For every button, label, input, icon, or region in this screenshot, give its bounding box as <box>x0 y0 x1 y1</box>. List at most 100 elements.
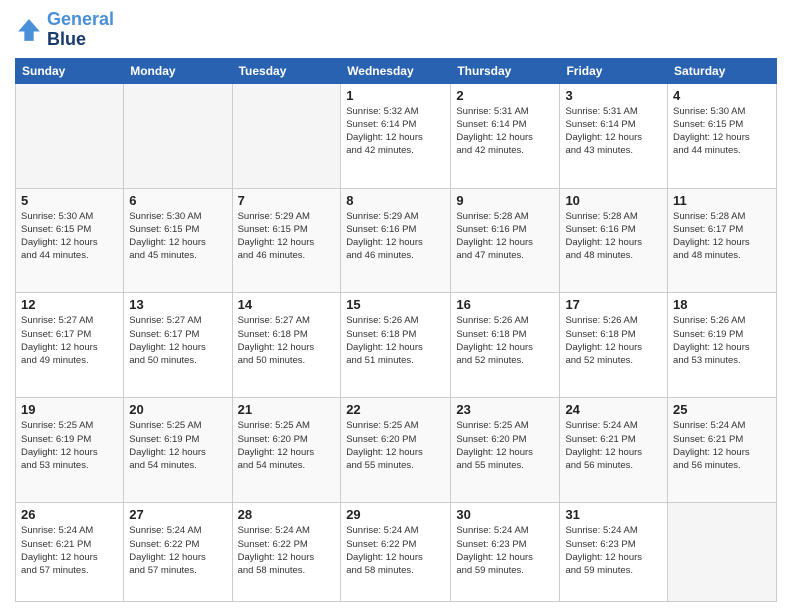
day-number: 4 <box>673 88 771 103</box>
day-info: Sunrise: 5:28 AM Sunset: 6:17 PM Dayligh… <box>673 210 771 263</box>
calendar-cell: 12Sunrise: 5:27 AM Sunset: 6:17 PM Dayli… <box>16 293 124 398</box>
day-info: Sunrise: 5:28 AM Sunset: 6:16 PM Dayligh… <box>565 210 662 263</box>
day-info: Sunrise: 5:29 AM Sunset: 6:15 PM Dayligh… <box>238 210 336 263</box>
calendar-cell: 16Sunrise: 5:26 AM Sunset: 6:18 PM Dayli… <box>451 293 560 398</box>
day-info: Sunrise: 5:24 AM Sunset: 6:21 PM Dayligh… <box>673 419 771 472</box>
calendar-cell: 27 Sunrise: 5:24 AM Sunset: 6:22 PM Dayli… <box>124 503 232 602</box>
calendar-cell: 3 Sunrise: 5:31 AM Sunset: 6:14 PM Daylig… <box>560 83 668 188</box>
calendar-cell <box>124 83 232 188</box>
day-number: 13 <box>129 297 226 312</box>
day-number: 18 <box>673 297 771 312</box>
calendar-cell <box>16 83 124 188</box>
day-info: Sunrise: 5:24 AM Sunset: 6:23 PM Dayligh… <box>456 524 554 577</box>
day-number: 20 <box>129 402 226 417</box>
calendar-cell <box>668 503 777 602</box>
calendar-weekday-wednesday: Wednesday <box>341 58 451 83</box>
calendar-weekday-monday: Monday <box>124 58 232 83</box>
day-info: Sunrise: 5:25 AM Sunset: 6:20 PM Dayligh… <box>346 419 445 472</box>
day-info: Sunrise: 5:25 AM Sunset: 6:20 PM Dayligh… <box>456 419 554 472</box>
day-info: Sunrise: 5:28 AM Sunset: 6:16 PM Dayligh… <box>456 210 554 263</box>
logo-icon <box>15 16 43 44</box>
calendar-cell: 31 Sunrise: 5:24 AM Sunset: 6:23 PM Dayli… <box>560 503 668 602</box>
day-number: 3 <box>565 88 662 103</box>
day-info: Sunrise: 5:27 AM Sunset: 6:18 PM Dayligh… <box>238 314 336 367</box>
calendar-cell: 28 Sunrise: 5:24 AM Sunset: 6:22 PM Dayli… <box>232 503 341 602</box>
calendar-cell: 21 Sunrise: 5:25 AM Sunset: 6:20 PM Dayli… <box>232 398 341 503</box>
day-info: Sunrise: 5:24 AM Sunset: 6:22 PM Dayligh… <box>238 524 336 577</box>
day-info: Sunrise: 5:24 AM Sunset: 6:21 PM Dayligh… <box>565 419 662 472</box>
day-number: 17 <box>565 297 662 312</box>
day-info: Sunrise: 5:31 AM Sunset: 6:14 PM Dayligh… <box>456 105 554 158</box>
day-info: Sunrise: 5:30 AM Sunset: 6:15 PM Dayligh… <box>673 105 771 158</box>
calendar-cell: 17 Sunrise: 5:26 AM Sunset: 6:18 PM Dayli… <box>560 293 668 398</box>
logo: General Blue <box>15 10 114 50</box>
calendar-body: 1 Sunrise: 5:32 AM Sunset: 6:14 PM Daylig… <box>16 83 777 601</box>
calendar-cell: 1 Sunrise: 5:32 AM Sunset: 6:14 PM Daylig… <box>341 83 451 188</box>
calendar-cell: 18 Sunrise: 5:26 AM Sunset: 6:19 PM Dayli… <box>668 293 777 398</box>
day-info: Sunrise: 5:27 AM Sunset: 6:17 PM Dayligh… <box>129 314 226 367</box>
calendar-cell: 9 Sunrise: 5:28 AM Sunset: 6:16 PM Daylig… <box>451 188 560 293</box>
calendar-cell: 30 Sunrise: 5:24 AM Sunset: 6:23 PM Dayli… <box>451 503 560 602</box>
calendar-cell: 4 Sunrise: 5:30 AM Sunset: 6:15 PM Daylig… <box>668 83 777 188</box>
calendar-week-row: 5Sunrise: 5:30 AM Sunset: 6:15 PM Daylig… <box>16 188 777 293</box>
calendar-cell: 10 Sunrise: 5:28 AM Sunset: 6:16 PM Dayli… <box>560 188 668 293</box>
calendar-cell: 6 Sunrise: 5:30 AM Sunset: 6:15 PM Daylig… <box>124 188 232 293</box>
calendar-header-row: SundayMondayTuesdayWednesdayThursdayFrid… <box>16 58 777 83</box>
day-number: 9 <box>456 193 554 208</box>
calendar-week-row: 19Sunrise: 5:25 AM Sunset: 6:19 PM Dayli… <box>16 398 777 503</box>
calendar-weekday-sunday: Sunday <box>16 58 124 83</box>
day-info: Sunrise: 5:29 AM Sunset: 6:16 PM Dayligh… <box>346 210 445 263</box>
day-info: Sunrise: 5:30 AM Sunset: 6:15 PM Dayligh… <box>21 210 118 263</box>
calendar-cell: 20 Sunrise: 5:25 AM Sunset: 6:19 PM Dayli… <box>124 398 232 503</box>
day-number: 1 <box>346 88 445 103</box>
calendar-cell <box>232 83 341 188</box>
day-number: 23 <box>456 402 554 417</box>
day-info: Sunrise: 5:26 AM Sunset: 6:19 PM Dayligh… <box>673 314 771 367</box>
day-info: Sunrise: 5:24 AM Sunset: 6:22 PM Dayligh… <box>346 524 445 577</box>
calendar-cell: 22Sunrise: 5:25 AM Sunset: 6:20 PM Dayli… <box>341 398 451 503</box>
day-number: 14 <box>238 297 336 312</box>
day-info: Sunrise: 5:24 AM Sunset: 6:22 PM Dayligh… <box>129 524 226 577</box>
calendar-cell: 23 Sunrise: 5:25 AM Sunset: 6:20 PM Dayli… <box>451 398 560 503</box>
day-number: 15 <box>346 297 445 312</box>
calendar-weekday-friday: Friday <box>560 58 668 83</box>
day-info: Sunrise: 5:31 AM Sunset: 6:14 PM Dayligh… <box>565 105 662 158</box>
day-info: Sunrise: 5:24 AM Sunset: 6:23 PM Dayligh… <box>565 524 662 577</box>
day-info: Sunrise: 5:26 AM Sunset: 6:18 PM Dayligh… <box>456 314 554 367</box>
calendar-cell: 25 Sunrise: 5:24 AM Sunset: 6:21 PM Dayli… <box>668 398 777 503</box>
day-info: Sunrise: 5:26 AM Sunset: 6:18 PM Dayligh… <box>346 314 445 367</box>
day-number: 30 <box>456 507 554 522</box>
day-info: Sunrise: 5:24 AM Sunset: 6:21 PM Dayligh… <box>21 524 118 577</box>
day-number: 24 <box>565 402 662 417</box>
day-info: Sunrise: 5:25 AM Sunset: 6:19 PM Dayligh… <box>129 419 226 472</box>
calendar-cell: 13 Sunrise: 5:27 AM Sunset: 6:17 PM Dayli… <box>124 293 232 398</box>
calendar-cell: 24 Sunrise: 5:24 AM Sunset: 6:21 PM Dayli… <box>560 398 668 503</box>
calendar-table: SundayMondayTuesdayWednesdayThursdayFrid… <box>15 58 777 602</box>
calendar-week-row: 1 Sunrise: 5:32 AM Sunset: 6:14 PM Daylig… <box>16 83 777 188</box>
day-number: 10 <box>565 193 662 208</box>
calendar-cell: 14 Sunrise: 5:27 AM Sunset: 6:18 PM Dayli… <box>232 293 341 398</box>
day-info: Sunrise: 5:25 AM Sunset: 6:20 PM Dayligh… <box>238 419 336 472</box>
day-number: 31 <box>565 507 662 522</box>
day-info: Sunrise: 5:30 AM Sunset: 6:15 PM Dayligh… <box>129 210 226 263</box>
calendar-weekday-thursday: Thursday <box>451 58 560 83</box>
day-number: 27 <box>129 507 226 522</box>
day-number: 2 <box>456 88 554 103</box>
day-number: 11 <box>673 193 771 208</box>
day-info: Sunrise: 5:32 AM Sunset: 6:14 PM Dayligh… <box>346 105 445 158</box>
day-info: Sunrise: 5:26 AM Sunset: 6:18 PM Dayligh… <box>565 314 662 367</box>
page: General Blue SundayMondayTuesdayWednesda… <box>0 0 792 612</box>
calendar-cell: 7Sunrise: 5:29 AM Sunset: 6:15 PM Daylig… <box>232 188 341 293</box>
day-number: 6 <box>129 193 226 208</box>
day-number: 21 <box>238 402 336 417</box>
calendar-week-row: 26Sunrise: 5:24 AM Sunset: 6:21 PM Dayli… <box>16 503 777 602</box>
calendar-cell: 11 Sunrise: 5:28 AM Sunset: 6:17 PM Dayli… <box>668 188 777 293</box>
calendar-weekday-saturday: Saturday <box>668 58 777 83</box>
header: General Blue <box>15 10 777 50</box>
day-number: 29 <box>346 507 445 522</box>
calendar-weekday-tuesday: Tuesday <box>232 58 341 83</box>
logo-text: General Blue <box>47 10 114 50</box>
day-number: 28 <box>238 507 336 522</box>
day-number: 8 <box>346 193 445 208</box>
day-number: 25 <box>673 402 771 417</box>
